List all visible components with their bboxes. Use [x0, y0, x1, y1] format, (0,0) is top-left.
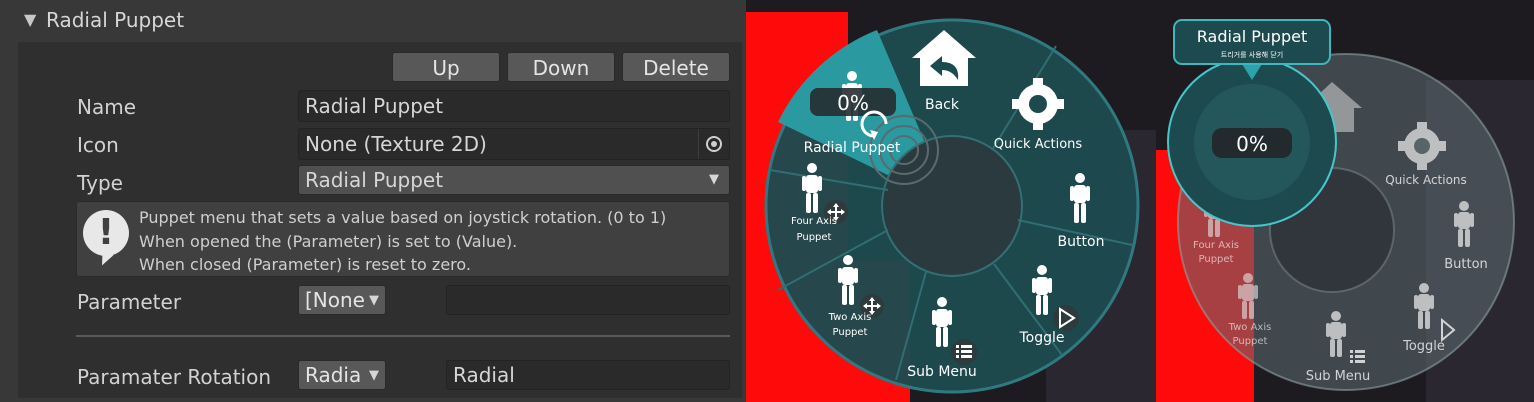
help-line-3: When closed (Parameter) is reset to zero…: [139, 255, 471, 274]
two-axis-label-line1: Two Axis: [828, 312, 872, 323]
toggle-label: Toggle: [1402, 339, 1445, 354]
down-button[interactable]: Down: [507, 52, 615, 82]
two-axis-label-line1: Two Axis: [1228, 322, 1272, 333]
back-label: Back: [925, 97, 960, 113]
collapse-triangle-icon[interactable]: ▼: [24, 10, 36, 29]
percent-value: 0%: [837, 91, 869, 115]
type-dropdown[interactable]: Radial Puppet ▼: [298, 165, 730, 195]
tooltip-title: Radial Puppet: [1197, 27, 1307, 46]
up-button[interactable]: Up: [392, 52, 500, 82]
rotation-value: Radia: [305, 363, 362, 387]
help-box: ! Puppet menu that sets a value based on…: [76, 201, 730, 277]
divider: [76, 335, 730, 337]
name-label: Name: [77, 95, 137, 119]
two-axis-label-line2: Puppet: [833, 327, 868, 338]
toggle-label: Toggle: [1018, 330, 1064, 346]
four-axis-label-line1: Four Axis: [1193, 240, 1239, 251]
type-label: Type: [77, 171, 123, 195]
parameter-label: Parameter: [77, 290, 182, 314]
four-axis-label-line2: Puppet: [1199, 254, 1234, 265]
button-label: Button: [1058, 234, 1105, 250]
list-icon: [956, 345, 972, 358]
two-axis-label-line2: Puppet: [1233, 336, 1268, 347]
list-icon: [1350, 350, 1365, 363]
four-axis-label-line1: Four Axis: [791, 216, 837, 227]
game-view-radial-puppet-open: Quick Actions Button Toggle Sub Menu Two…: [1156, 0, 1534, 402]
chevron-down-icon: ▼: [369, 293, 379, 308]
help-line-1: Puppet menu that sets a value based on j…: [139, 208, 667, 227]
game-view-radial-menu: Back Quick Actions Button Toggle Sub Men…: [746, 0, 1156, 402]
percent-value: 0%: [1236, 132, 1268, 156]
object-picker-icon[interactable]: [698, 129, 729, 159]
rotation-text-field[interactable]: Radial: [446, 360, 730, 390]
type-value: Radial Puppet: [305, 168, 444, 192]
quick-actions-label: Quick Actions: [1385, 173, 1467, 187]
tooltip-subtitle: 트리거를 사용해 닫기: [1221, 50, 1283, 59]
chevron-down-icon: ▼: [709, 172, 719, 187]
parameter-value-field[interactable]: [446, 285, 730, 315]
chevron-down-icon: ▼: [369, 368, 379, 383]
radial-menu-center: [881, 135, 1023, 277]
quick-actions-label: Quick Actions: [994, 137, 1083, 152]
name-value: Radial Puppet: [305, 94, 444, 118]
name-field[interactable]: Radial Puppet: [298, 90, 730, 122]
radial-puppet-label: Radial Puppet: [804, 140, 901, 156]
icon-label: Icon: [77, 133, 119, 157]
parameter-dropdown[interactable]: [None ▼: [298, 285, 386, 315]
sub-menu-label: Sub Menu: [1306, 369, 1371, 384]
help-line-2: When opened the (Parameter) is set to (V…: [139, 232, 518, 251]
four-axis-label-line2: Puppet: [797, 232, 832, 243]
rotation-label: Paramater Rotation: [77, 365, 272, 389]
delete-button[interactable]: Delete: [622, 52, 730, 82]
section-title: Radial Puppet: [46, 8, 185, 32]
sub-menu-label: Sub Menu: [907, 364, 977, 380]
icon-field[interactable]: None (Texture 2D): [298, 128, 730, 160]
parameter-value: [None: [305, 288, 365, 312]
icon-value: None (Texture 2D): [305, 132, 487, 156]
rotation-dropdown[interactable]: Radia ▼: [298, 360, 386, 390]
button-label: Button: [1444, 257, 1488, 272]
inspector-panel: ▼ Radial Puppet Up Down Delete Name Radi…: [0, 0, 746, 402]
rotation-text: Radial: [453, 363, 515, 387]
section-header[interactable]: ▼ Radial Puppet: [0, 0, 746, 40]
info-exclamation-icon: !: [83, 210, 129, 256]
